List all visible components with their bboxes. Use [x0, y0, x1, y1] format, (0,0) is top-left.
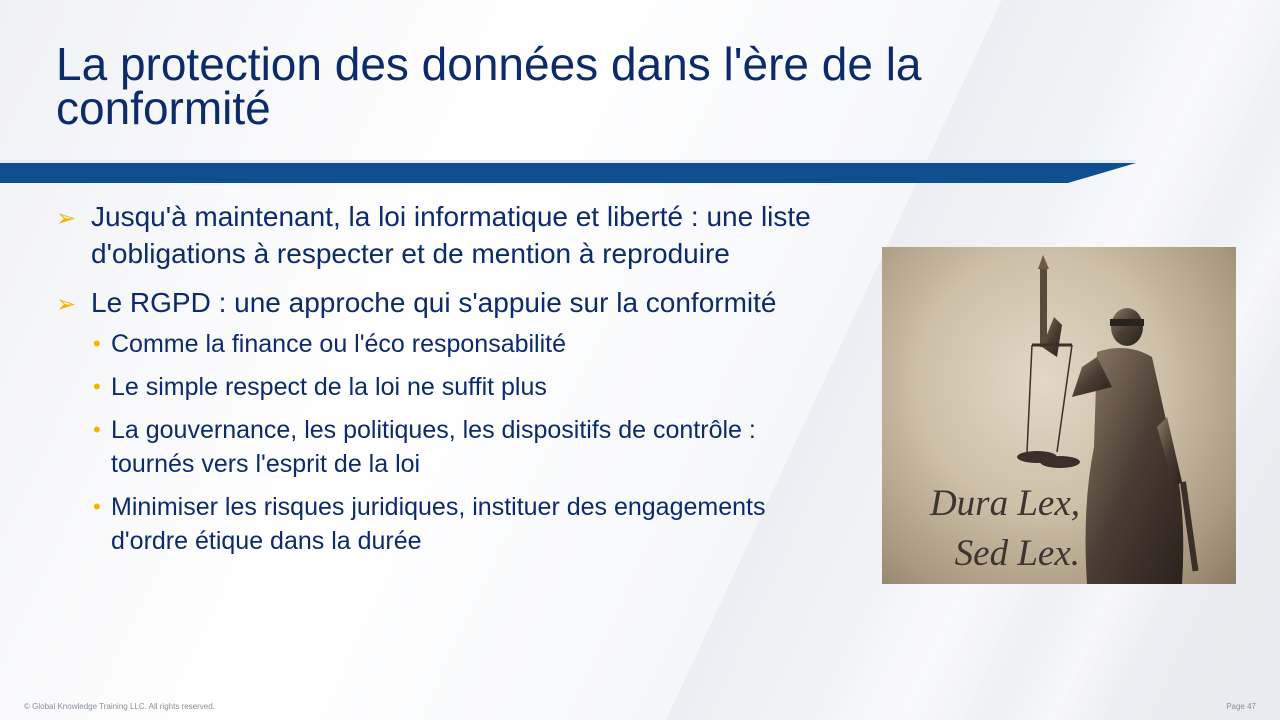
sub-bullet-item: • Le simple respect de la loi ne suffit …	[56, 370, 846, 404]
footer-page-number: Page 47	[1226, 702, 1256, 711]
image-caption-line-1: Dura Lex,	[929, 483, 1080, 524]
slide-title-line-1: La protection des données dans l'ère de …	[56, 38, 922, 90]
title-divider-highlight	[0, 160, 1136, 163]
arrow-bullet-icon: ➢	[56, 205, 77, 232]
slide-title-line-2: conformité	[56, 82, 271, 134]
sub-bullet-text: La gouvernance, les politiques, les disp…	[111, 416, 756, 478]
dot-bullet-icon: •	[93, 494, 101, 519]
sub-bullet-item: • Minimiser les risques juridiques, inst…	[56, 490, 846, 558]
sub-bullet-text: Le simple respect de la loi ne suffit pl…	[111, 373, 547, 401]
sub-bullet-item: • Comme la finance ou l'éco responsabili…	[56, 327, 846, 361]
title-divider-bar	[0, 163, 1136, 183]
arrow-bullet-icon: ➢	[56, 291, 77, 318]
footer-copyright: © Global Knowledge Training LLC. All rig…	[24, 702, 215, 711]
bullet-text: Le RGPD : une approche qui s'appuie sur …	[91, 287, 777, 318]
dot-bullet-icon: •	[93, 374, 101, 399]
bullet-list: ➢ Jusqu'à maintenant, la loi informatiqu…	[56, 198, 846, 567]
sub-bullet-text: Comme la finance ou l'éco responsabilité	[111, 330, 567, 358]
dot-bullet-icon: •	[93, 417, 101, 442]
sub-bullet-text: Minimiser les risques juridiques, instit…	[111, 493, 766, 555]
bullet-item: ➢ Le RGPD : une approche qui s'appuie su…	[56, 284, 846, 321]
bullet-text: Jusqu'à maintenant, la loi informatique …	[91, 201, 811, 269]
lady-justice-image: Dura Lex, Sed Lex.	[882, 247, 1236, 584]
sub-bullet-item: • La gouvernance, les politiques, les di…	[56, 413, 846, 481]
bullet-item: ➢ Jusqu'à maintenant, la loi informatiqu…	[56, 198, 846, 272]
dot-bullet-icon: •	[93, 331, 101, 356]
image-caption-line-2: Sed Lex.	[954, 533, 1080, 574]
image-caption: Dura Lex, Sed Lex.	[910, 479, 1080, 579]
slide-title: La protection des données dans l'ère de …	[56, 38, 1156, 134]
